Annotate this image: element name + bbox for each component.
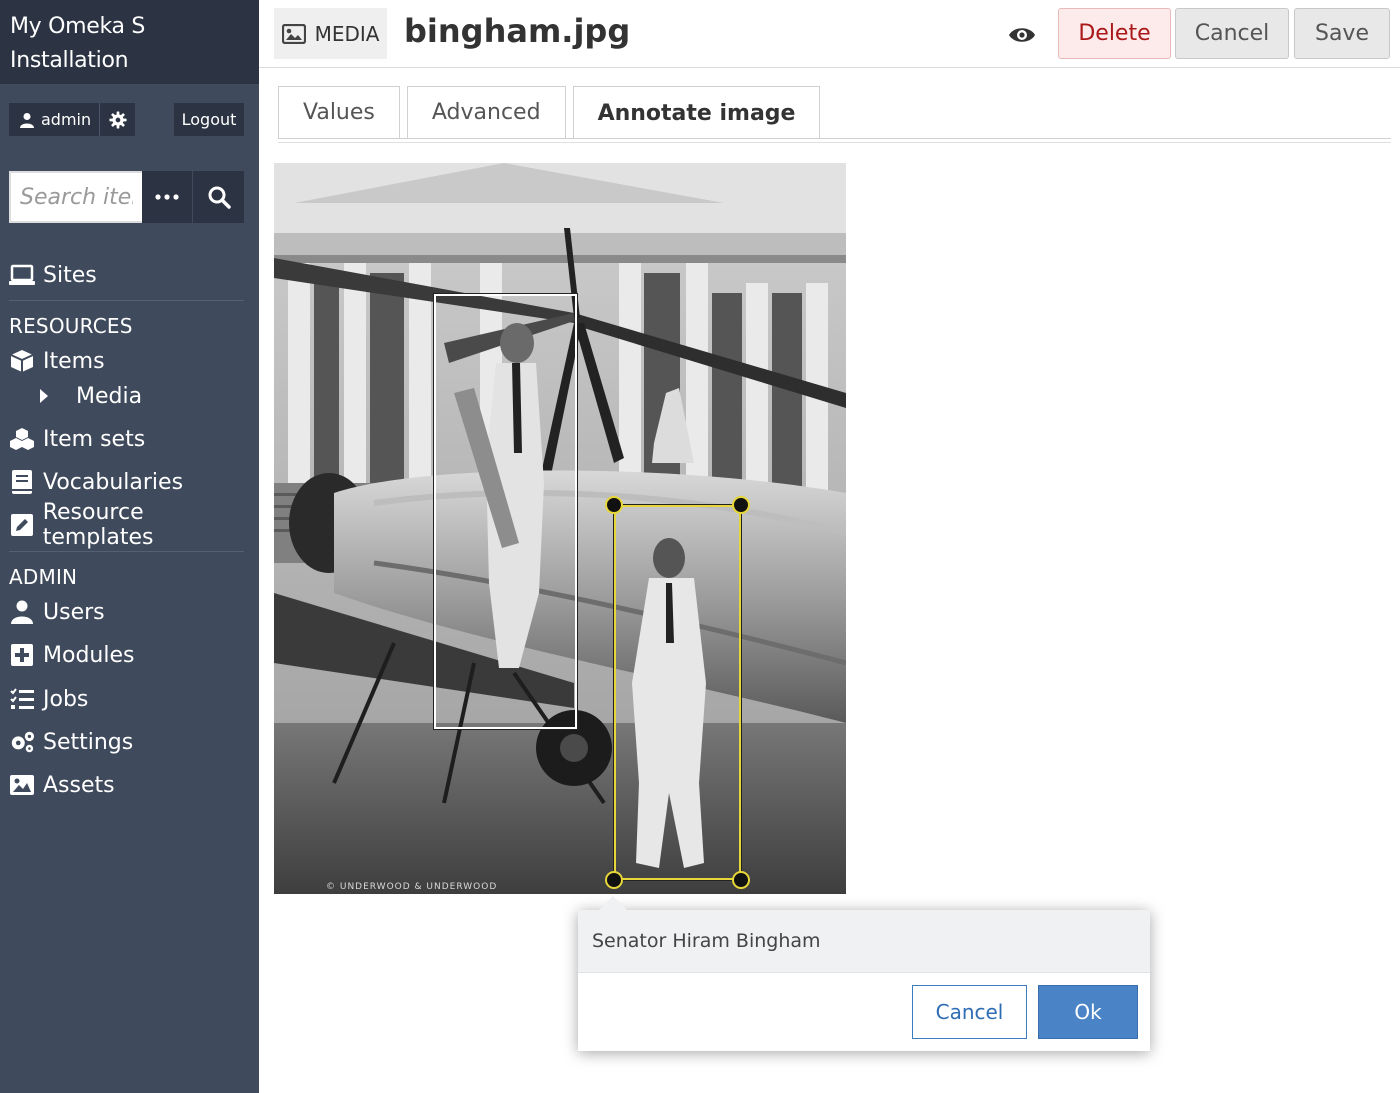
nav-media-label: Media <box>76 383 143 409</box>
photo-credit: © UNDERWOOD & UNDERWOOD <box>326 882 498 892</box>
eye-icon[interactable] <box>1007 20 1037 50</box>
annotation-text-field[interactable]: Senator Hiram Bingham <box>578 910 1150 973</box>
nav-media[interactable]: Media <box>40 381 142 411</box>
cogs-icon <box>9 729 35 755</box>
nav-heading-resources: RESOURCES <box>9 314 133 338</box>
search-options-button[interactable] <box>142 171 193 223</box>
ellipsis-icon <box>155 194 179 200</box>
logout-button[interactable]: Logout <box>174 103 244 136</box>
cubes-icon <box>9 426 35 452</box>
nav-users-label: Users <box>43 599 105 625</box>
page-title: bingham.jpg <box>404 12 631 50</box>
brand-line-1: My Omeka S <box>10 14 146 39</box>
cube-icon <box>9 348 35 374</box>
nav-items[interactable]: Items <box>9 346 105 376</box>
resize-handle-top-right[interactable] <box>732 496 750 514</box>
nav-item-sets-label: Item sets <box>43 426 146 452</box>
brand-line-2: Installation <box>10 48 129 73</box>
image-icon <box>281 23 306 44</box>
nav-resource-templates[interactable]: Resource templates <box>9 500 259 550</box>
edit-icon <box>9 512 35 538</box>
tab-annotate-image[interactable]: Annotate image <box>572 86 821 139</box>
cancel-button[interactable]: Cancel <box>1175 8 1289 59</box>
tab-advanced[interactable]: Advanced <box>406 86 566 138</box>
book-icon <box>9 469 35 495</box>
nav-jobs[interactable]: Jobs <box>9 684 88 714</box>
resize-handle-bottom-left[interactable] <box>605 871 623 889</box>
tasks-icon <box>9 686 35 712</box>
page-header: MEDIA bingham.jpg Delete Cancel Save <box>259 0 1400 68</box>
nav-assets-label: Assets <box>43 772 115 798</box>
nav-assets[interactable]: Assets <box>9 770 115 800</box>
resource-type-badge: MEDIA <box>274 8 387 59</box>
nav-vocabularies-label: Vocabularies <box>43 469 184 495</box>
search-icon <box>208 186 231 209</box>
nav-vocabularies[interactable]: Vocabularies <box>9 467 183 497</box>
user-name: admin <box>41 110 92 129</box>
plus-square-icon <box>9 642 35 668</box>
search-input[interactable] <box>9 171 142 223</box>
tab-divider <box>278 138 1391 139</box>
resize-handle-top-left[interactable] <box>605 496 623 514</box>
image-icon <box>9 772 35 798</box>
nav-settings-label: Settings <box>43 729 134 755</box>
nav-divider <box>9 300 244 301</box>
nav-resource-templates-label: Resource templates <box>42 500 154 550</box>
resize-handle-bottom-right[interactable] <box>732 871 750 889</box>
annotation-editor-popup: Senator Hiram Bingham Cancel Ok <box>578 910 1150 1051</box>
site-brand[interactable]: My Omeka S Installation <box>0 0 259 84</box>
nav-modules[interactable]: Modules <box>9 640 134 670</box>
annotation-box-selected[interactable] <box>613 504 742 881</box>
tab-values[interactable]: Values <box>278 86 400 138</box>
annotation-box[interactable] <box>433 293 578 730</box>
nav-users[interactable]: Users <box>9 597 105 627</box>
nav-modules-label: Modules <box>43 642 135 668</box>
sidebar: My Omeka S Installation admin Logout Sea… <box>0 0 259 1093</box>
gear-icon <box>109 110 127 129</box>
user-icon <box>20 112 34 128</box>
annotation-cancel-button[interactable]: Cancel <box>912 985 1027 1039</box>
search-submit-button[interactable] <box>193 171 244 223</box>
user-icon <box>9 599 35 625</box>
search-form <box>9 171 245 223</box>
nav-sites-label: Sites <box>43 262 97 288</box>
annotation-ok-button[interactable]: Ok <box>1038 985 1138 1039</box>
nav-settings[interactable]: Settings <box>9 727 133 757</box>
user-bar: admin <box>9 103 136 136</box>
user-profile-button[interactable]: admin <box>9 103 101 136</box>
nav-jobs-label: Jobs <box>43 686 89 712</box>
laptop-icon <box>9 262 35 288</box>
user-settings-button[interactable] <box>100 103 136 136</box>
nav-item-sets[interactable]: Item sets <box>9 424 145 454</box>
nav-sites[interactable]: Sites <box>9 260 97 290</box>
save-button[interactable]: Save <box>1294 8 1390 59</box>
nav-divider <box>9 551 244 552</box>
resource-type-label: MEDIA <box>314 21 380 46</box>
caret-right-icon <box>40 389 48 403</box>
popup-pointer <box>598 896 628 911</box>
delete-button[interactable]: Delete <box>1058 8 1171 59</box>
section-tabs: Values Advanced Annotate image <box>278 86 827 139</box>
nav-items-label: Items <box>43 348 105 374</box>
tab-divider <box>278 142 1391 143</box>
nav-heading-admin: ADMIN <box>9 565 78 589</box>
